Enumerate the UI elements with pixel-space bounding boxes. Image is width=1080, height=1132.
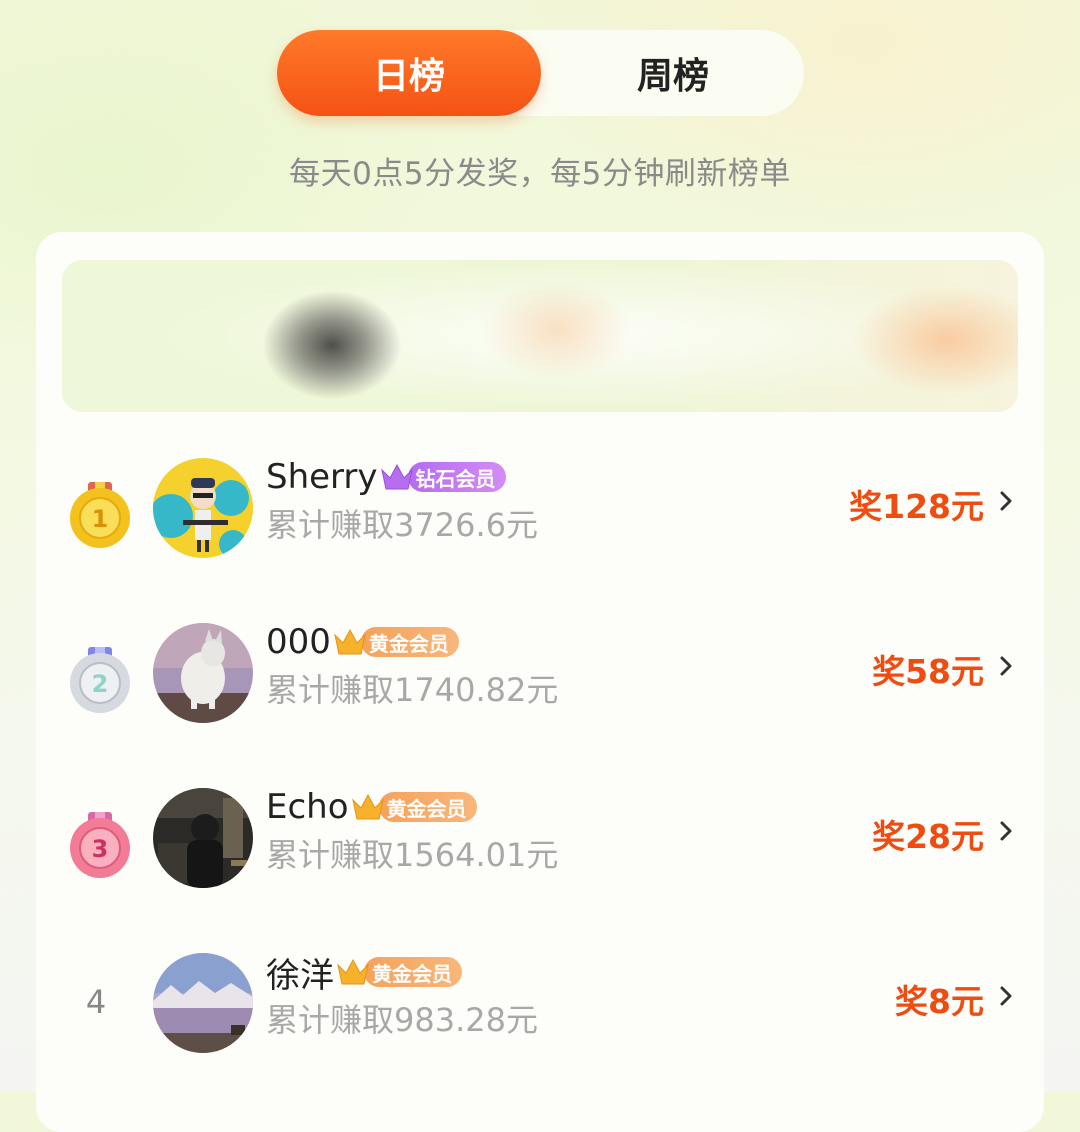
crown-icon <box>334 628 366 655</box>
ranking-period-tabs: 日榜 周榜 <box>277 30 804 116</box>
crown-icon <box>380 463 413 490</box>
earned-total: 累计赚取3726.6元 <box>266 506 538 544</box>
chevron-right-icon <box>1000 986 1012 1006</box>
svg-text:2: 2 <box>92 670 109 698</box>
user-name: Echo <box>266 787 349 827</box>
chevron-right-icon <box>1000 656 1012 676</box>
leaderboard-row-4[interactable]: 4 徐洋 黄金会员 累计赚取983.28元 奖8元 <box>36 945 1044 1085</box>
membership-badge: 黄金会员 <box>333 625 459 659</box>
bronze-medal-icon: 3 <box>70 812 130 878</box>
tab-weekly[interactable]: 周榜 <box>541 30 805 116</box>
earned-total: 累计赚取983.28元 <box>266 1001 538 1039</box>
svg-text:1: 1 <box>92 505 109 533</box>
avatar[interactable] <box>153 788 253 888</box>
leaderboard-row-3[interactable]: 3 Echo 黄金会员 累计赚取1564.01元 奖28元 <box>36 780 1044 920</box>
membership-badge: 黄金会员 <box>351 790 477 824</box>
membership-badge: 钻石会员 <box>380 460 506 494</box>
leaderboard-row-2[interactable]: 2 000 黄金会员 累计赚取1740.82元 奖58元 <box>36 615 1044 755</box>
avatar[interactable] <box>153 623 253 723</box>
reward-schedule-note: 每天0点5分发奖，每5分钟刷新榜单 <box>289 156 791 192</box>
user-name: 徐洋 <box>266 955 334 996</box>
crown-icon <box>337 958 369 985</box>
reward-amount: 奖128元 <box>849 487 984 526</box>
user-name: Sherry <box>266 457 378 497</box>
rank-number: 4 <box>85 983 107 1021</box>
silver-medal-icon: 2 <box>70 647 130 713</box>
earned-total: 累计赚取1740.82元 <box>266 671 559 709</box>
chevron-right-icon <box>1000 491 1012 511</box>
membership-badge: 黄金会员 <box>336 955 462 989</box>
tab-daily[interactable]: 日榜 <box>277 30 541 116</box>
chevron-right-icon <box>1000 821 1012 841</box>
reward-amount: 奖58元 <box>872 652 984 691</box>
gold-medal-icon: 1 <box>70 482 130 548</box>
reward-amount: 奖8元 <box>895 982 984 1021</box>
svg-text:3: 3 <box>92 835 109 863</box>
avatar[interactable] <box>153 953 253 1053</box>
user-name: 000 <box>266 622 331 662</box>
blurred-banner <box>62 260 1018 412</box>
crown-icon <box>351 793 384 820</box>
earned-total: 累计赚取1564.01元 <box>266 836 559 874</box>
reward-amount: 奖28元 <box>872 817 984 856</box>
leaderboard-row-1[interactable]: 1 Sherry 钻石会员 累计赚取3726.6元 奖128元 <box>36 450 1044 590</box>
avatar[interactable] <box>153 458 253 558</box>
